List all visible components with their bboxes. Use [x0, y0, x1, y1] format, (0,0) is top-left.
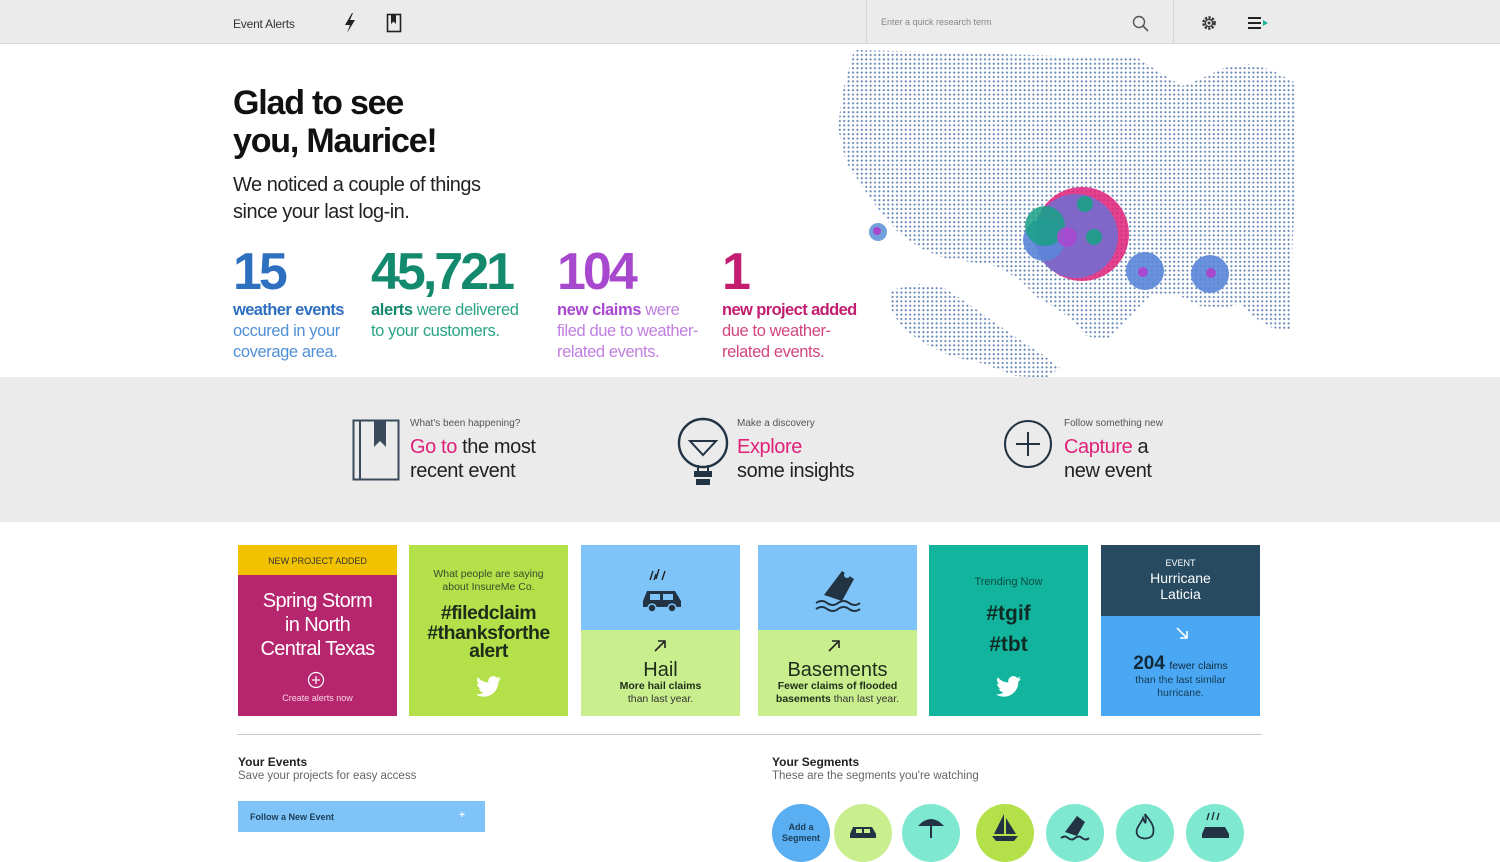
stat-text: were — [645, 301, 680, 319]
segment-flood[interactable] — [1046, 804, 1104, 862]
stat-alerts[interactable]: 45,721 alerts were delivered to your cus… — [371, 244, 519, 342]
card-title: Basements — [787, 659, 888, 681]
lightbulb-icon — [677, 417, 729, 485]
segment-auto[interactable] — [834, 804, 892, 862]
plus-circle-icon[interactable] — [307, 671, 325, 689]
card-hail[interactable]: Hail More hail claims than last year. — [581, 545, 740, 716]
twitter-icon[interactable] — [476, 676, 501, 697]
card-description: More hail claims than last year. — [619, 680, 702, 705]
twitter-icon[interactable] — [996, 676, 1021, 697]
trend-up-icon — [828, 640, 840, 652]
card-description: than the last similar hurricane. — [1135, 674, 1226, 699]
greeting-subtitle: We noticed a couple of things since your… — [233, 174, 481, 223]
flood-car-icon — [815, 571, 861, 612]
menu-icon[interactable] — [1247, 15, 1271, 31]
search-input[interactable] — [881, 12, 1121, 32]
stat-text: to your customers. — [371, 322, 500, 340]
stat-weather-events[interactable]: 15 weather events occured in your covera… — [233, 244, 344, 363]
stat-label: new claims — [557, 301, 642, 319]
app-title[interactable]: Event Alerts — [233, 17, 295, 31]
event-marker[interactable] — [873, 227, 881, 235]
gear-icon[interactable] — [1199, 13, 1219, 33]
card-title: Hurricane Laticia — [1150, 570, 1211, 602]
hail-car-icon — [643, 569, 681, 613]
action-kicker: Make a discovery — [737, 418, 815, 429]
card-hashtags: #filedclaim #thanksforthe alert — [427, 602, 550, 662]
flame-icon — [1135, 813, 1155, 840]
hail-car-icon — [1202, 812, 1229, 838]
action-label: Go to the most — [410, 436, 536, 458]
stat-text: occured in your — [233, 322, 340, 340]
flood-car-icon — [1060, 816, 1090, 841]
stat-text: filed due to weather- — [557, 322, 699, 340]
card-tag: EVENT — [1165, 558, 1196, 568]
trend-up-icon — [654, 640, 666, 652]
stat-text: related events. — [557, 343, 660, 361]
segment-umbrella[interactable] — [902, 804, 960, 862]
top-bar: Event Alerts — [0, 0, 1500, 44]
segment-hail[interactable] — [1186, 804, 1244, 862]
stat-new-claims[interactable]: 104 new claims were filed due to weather… — [557, 243, 699, 363]
card-title: Spring Storm in North Central Texas — [260, 590, 375, 660]
section-divider — [237, 734, 1262, 735]
your-events-subtitle: Save your projects for easy access — [238, 770, 417, 782]
card-social[interactable]: What people are saying about InsureMe Co… — [409, 545, 568, 716]
segment-fire[interactable] — [1116, 804, 1174, 862]
follow-new-event-button[interactable]: Follow a New Event + — [238, 801, 485, 832]
card-tag: NEW PROJECT ADDED — [268, 556, 367, 566]
map-alaska — [890, 284, 1060, 378]
card-hashtags: #tgif #tbt — [986, 602, 1031, 656]
sailboat-icon — [992, 814, 1018, 841]
action-kicker: Follow something new — [1064, 418, 1163, 429]
action-label: Capture a — [1064, 436, 1149, 458]
stat-label: alerts — [371, 301, 413, 319]
action-label-line2: some insights — [737, 460, 855, 482]
event-marker[interactable] — [1138, 267, 1148, 277]
lightning-icon[interactable] — [340, 12, 360, 34]
your-segments-subtitle: These are the segments you're watching — [772, 770, 979, 782]
card-kicker: What people are saying about InsureMe Co… — [433, 568, 544, 593]
create-alerts-link[interactable]: Create alerts now — [238, 693, 397, 703]
stat-label: weather events — [233, 301, 344, 319]
bookmark-icon[interactable] — [385, 12, 405, 34]
event-marker[interactable] — [1086, 229, 1102, 245]
card-kicker: Trending Now — [974, 576, 1043, 588]
action-kicker: What's been happening? — [410, 418, 521, 429]
bookmark-icon — [352, 419, 400, 481]
card-trending[interactable]: Trending Now #tgif #tbt — [929, 545, 1088, 716]
card-basements[interactable]: Basements Fewer claims of flooded baseme… — [758, 545, 917, 716]
card-hurricane[interactable]: EVENT Hurricane Laticia 204 fewer claims… — [1101, 545, 1260, 716]
event-marker[interactable] — [1057, 227, 1077, 247]
trend-down-icon — [1176, 627, 1188, 639]
card-description: Fewer claims of flooded basements than l… — [775, 680, 900, 705]
action-label-line2: recent event — [410, 460, 516, 482]
stat-number: 104 — [557, 243, 638, 301]
card-title: Hail — [643, 659, 678, 681]
stat-number: 15 — [233, 243, 288, 301]
search-box — [866, 0, 1174, 44]
plus-icon: + — [459, 810, 465, 821]
stat-number: 45,721 — [371, 243, 515, 301]
stat-text: coverage area. — [233, 343, 338, 361]
your-segments-title: Your Segments — [772, 755, 860, 769]
card-stat: 204 fewer claims — [1133, 653, 1228, 674]
us-weather-map[interactable] — [820, 44, 1300, 380]
umbrella-icon — [918, 819, 944, 838]
action-label-line2: new event — [1064, 460, 1152, 482]
event-marker[interactable] — [1206, 268, 1216, 278]
action-label: Explore — [737, 436, 803, 458]
car-icon — [850, 827, 876, 838]
plus-circle-icon — [1004, 420, 1052, 468]
greeting-title: Glad to see you, Maurice! — [233, 84, 438, 160]
event-marker[interactable] — [1077, 196, 1093, 212]
action-band: What's been happening? Go to the most re… — [0, 377, 1500, 522]
segment-boat[interactable] — [976, 804, 1034, 862]
add-segment-button[interactable]: Add a Segment — [772, 804, 830, 862]
your-events-title: Your Events — [238, 755, 308, 769]
card-new-project[interactable]: NEW PROJECT ADDED Spring Storm in North … — [238, 545, 397, 716]
stat-text: were delivered — [416, 301, 519, 319]
search-icon[interactable] — [1131, 14, 1151, 34]
